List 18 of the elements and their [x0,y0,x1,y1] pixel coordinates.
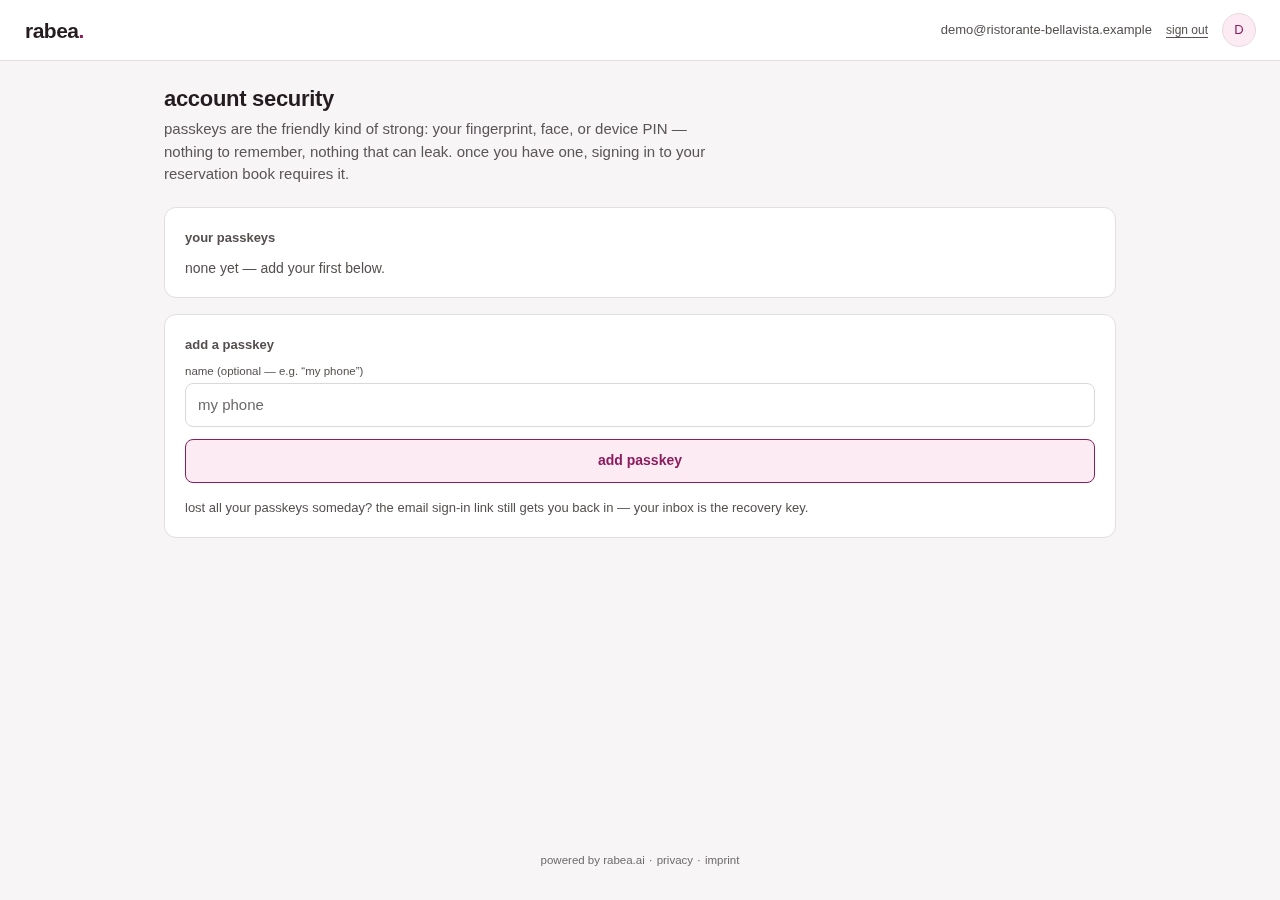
name-input-field[interactable]: my phone [185,382,1095,427]
footer-link[interactable]: imprint [704,852,740,868]
add-passkey-button[interactable]: add passkey [185,438,1095,483]
separator-dot: · [697,853,701,868]
card-title: add a passkey [185,335,275,354]
footer-link[interactable]: privacy [656,852,694,868]
separator-dot: · [648,853,653,868]
footer-link[interactable]: powered by rabea.ai [540,852,645,868]
account-email: demo@ristorante-bellavista.example [940,21,1152,40]
field-label: name (optional — e.g. “my phone”) [185,363,365,379]
empty-state-text: none yet — add your first below. [185,258,386,277]
avatar[interactable]: D [1222,13,1256,47]
card-title: your passkeys [185,228,277,247]
logo[interactable]: rabea. [25,19,84,41]
sign-out-link[interactable]: sign out [1165,21,1208,39]
recovery-note: lost all your passkeys someday? the email sign-in link still gets you back in — your inbox is the recovery key. [185,498,810,517]
page-title: account security [164,85,336,113]
intro-paragraph: passkeys are the friendly kind of strong: your fingerprint, face, or device PIN — nothing to remember, nothing that can leak. once you have one, signing in to your reservation book requires it. [164,119,707,184]
